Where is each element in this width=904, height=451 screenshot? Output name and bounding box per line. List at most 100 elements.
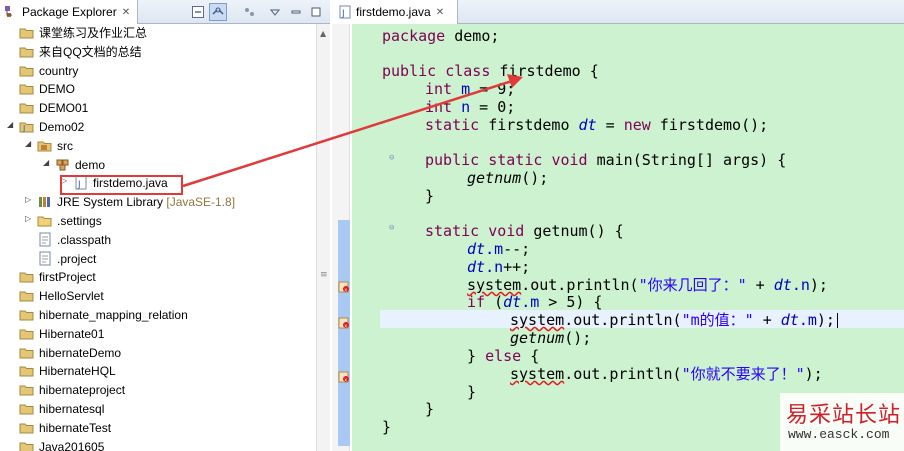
watermark-title: 易采站长站 xyxy=(786,403,902,428)
tree-item-label: firstProject xyxy=(39,270,96,285)
error-marker-icon[interactable]: x xyxy=(338,314,350,329)
collapse-all-icon[interactable] xyxy=(189,3,207,21)
tree-item[interactable]: DEMO01 xyxy=(0,99,316,117)
scroll-grip-icon[interactable]: ≡ xyxy=(320,270,328,280)
minimize-icon[interactable] xyxy=(287,3,305,21)
field-name: .m xyxy=(521,293,540,311)
tree-item[interactable]: ◢ J Demo02 xyxy=(0,118,316,136)
tree-item-label: HelloServlet xyxy=(39,289,104,304)
tree-item[interactable]: Hibernate01 xyxy=(0,325,316,343)
fold-toggle-icon[interactable]: ⊖ xyxy=(389,223,394,233)
code-text: firstdemo(); xyxy=(650,116,769,134)
keyword: if xyxy=(467,293,486,311)
tree-item-label: hibernate_mapping_relation xyxy=(39,308,188,322)
code-line: if (dt.m > 5) { xyxy=(467,293,602,311)
tree-item[interactable]: HibernateHQL xyxy=(0,362,316,380)
tree-item-label: demo xyxy=(75,157,106,172)
tree-item[interactable]: Java201605 xyxy=(0,438,316,451)
tree-item[interactable]: .project xyxy=(0,250,316,268)
project-folder-icon xyxy=(19,81,35,97)
maximize-icon[interactable] xyxy=(307,3,325,21)
expanded-arrow-icon[interactable]: ◢ xyxy=(25,139,34,148)
static-field: dt xyxy=(578,116,597,134)
fold-toggle-icon[interactable]: ⊖ xyxy=(389,153,394,163)
editor-tab-label: firstdemo.java xyxy=(356,5,431,19)
project-folder-icon xyxy=(19,439,35,451)
collapsed-arrow-icon[interactable]: ▷ xyxy=(25,214,34,223)
code-text: (); xyxy=(564,329,592,347)
static-field: dt xyxy=(467,258,486,276)
tree-item-label: hibernateTest xyxy=(39,420,112,435)
tab-package-explorer[interactable]: Package Explorer ✕ xyxy=(0,0,138,24)
field-name: .n xyxy=(791,276,810,294)
tree-item[interactable]: DEMO xyxy=(0,80,316,98)
code-editor[interactable]: ⊖ ⊖ package demo; public class firstdemo… xyxy=(352,24,904,451)
tab-package-explorer-label: Package Explorer xyxy=(22,5,117,19)
code-line: public static void main(String[] args) { xyxy=(425,151,786,169)
code-line: } xyxy=(467,383,477,401)
keyword: static xyxy=(488,151,543,169)
tree-item[interactable]: hibernatesql xyxy=(0,400,316,418)
code-text: ); xyxy=(804,365,823,383)
close-icon[interactable]: ✕ xyxy=(122,7,130,18)
tree-item[interactable]: hibernate_mapping_relation xyxy=(0,306,316,324)
static-field: dt xyxy=(773,276,792,294)
code-text: = 0; xyxy=(470,98,516,116)
code-text: = xyxy=(596,116,624,134)
project-folder-icon xyxy=(19,100,35,116)
tree-item[interactable]: 来自QQ文档的总结 xyxy=(0,43,316,61)
tree-item[interactable]: firstProject xyxy=(0,268,316,286)
code-line: dt.n++; xyxy=(467,258,530,276)
tree-item[interactable]: HelloServlet xyxy=(0,287,316,305)
tree-item[interactable]: ▷ JRE System Library [JavaSE-1.8] xyxy=(0,193,316,211)
code-text: ) { xyxy=(759,151,787,169)
tree-item[interactable]: country xyxy=(0,62,316,80)
string-literal: "m的值：" xyxy=(681,311,754,329)
project-folder-icon xyxy=(19,345,35,361)
code-text: getnum() { xyxy=(524,222,624,240)
collapsed-arrow-icon[interactable]: ▷ xyxy=(25,195,34,204)
code-text: firstdemo { xyxy=(490,62,599,80)
package-explorer-view: Package Explorer ✕ 课堂练习及作业汇总 来自QQ文档的总结 cou… xyxy=(0,0,330,451)
close-icon[interactable]: ✕ xyxy=(436,7,444,18)
tree-scrollbar[interactable]: ▲ ≡ xyxy=(316,24,330,451)
code-text: .out.println( xyxy=(521,276,639,294)
tree-item-label: Hibernate01 xyxy=(39,326,105,341)
keyword: new xyxy=(623,116,651,134)
tree-item[interactable]: hibernateDemo xyxy=(0,344,316,362)
svg-text:x: x xyxy=(344,287,347,293)
tree-item-label: DEMO xyxy=(39,82,75,97)
code-line: package demo; xyxy=(382,27,499,45)
source-folder-icon xyxy=(37,138,53,154)
field-name: .m xyxy=(798,311,817,329)
file-icon xyxy=(37,251,53,267)
tree-item[interactable]: hibernateTest xyxy=(0,419,316,437)
code-line: getnum(); xyxy=(467,169,548,187)
tree-item[interactable]: ▷ .settings xyxy=(0,212,316,230)
tree-item[interactable]: ◢ src xyxy=(0,137,316,155)
error-identifier: system xyxy=(510,365,565,383)
focus-icon[interactable] xyxy=(240,3,258,21)
scroll-up-icon[interactable]: ▲ xyxy=(320,29,326,38)
tree-item[interactable]: ◢ demo xyxy=(0,156,316,174)
error-marker-icon[interactable]: x xyxy=(338,278,350,293)
keyword: void xyxy=(551,151,588,169)
code-line: static void getnum() { xyxy=(425,222,624,240)
tree-item[interactable]: hibernateproject xyxy=(0,381,316,399)
view-menu-icon[interactable] xyxy=(266,3,284,21)
tree-item[interactable]: .classpath xyxy=(0,231,316,249)
vertical-ruler[interactable]: x x x xyxy=(332,24,350,451)
tab-firstdemo-java[interactable]: J firstdemo.java ✕ xyxy=(332,0,458,24)
expanded-arrow-icon[interactable]: ◢ xyxy=(43,158,52,167)
link-with-editor-icon[interactable] xyxy=(209,3,227,21)
project-folder-icon xyxy=(19,401,35,417)
code-text: --; xyxy=(503,240,531,258)
error-marker-icon[interactable]: x xyxy=(338,368,350,383)
svg-text:J: J xyxy=(22,124,25,133)
tree-item[interactable]: 课堂练习及作业汇总 xyxy=(0,24,316,42)
keyword: package xyxy=(382,27,446,45)
expanded-arrow-icon[interactable]: ◢ xyxy=(7,120,16,129)
tree-item-suffix: [JavaSE-1.8] xyxy=(163,195,236,210)
code-text: + xyxy=(753,311,781,329)
code-text: = 9; xyxy=(470,80,516,98)
